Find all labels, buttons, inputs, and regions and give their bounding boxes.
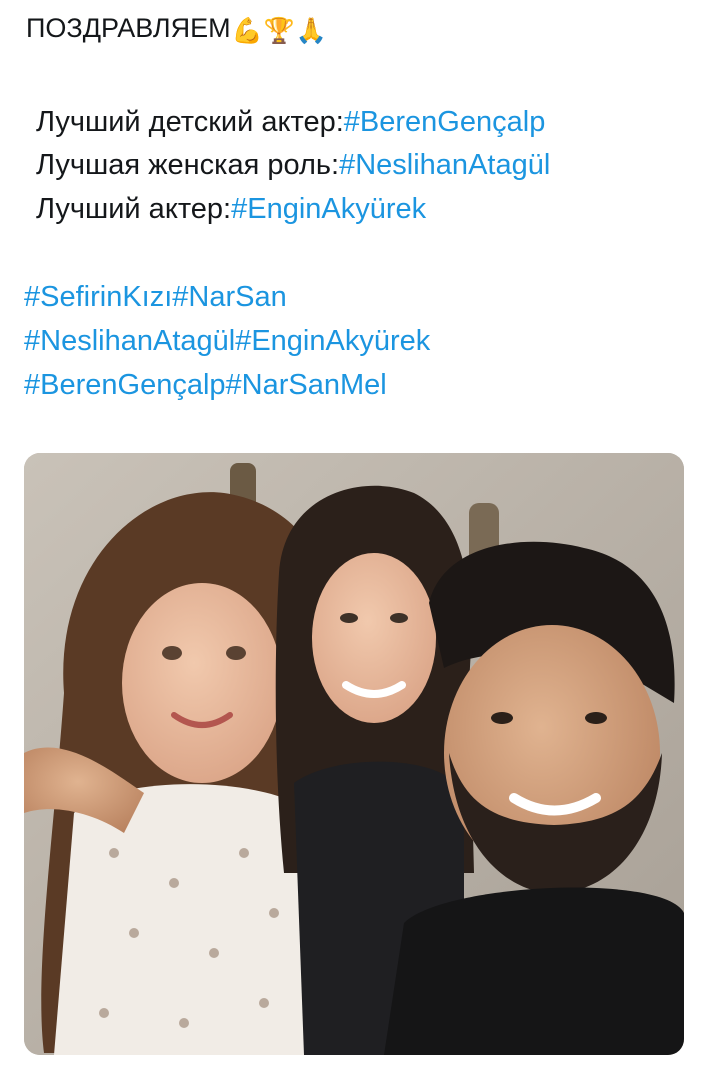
hashtag-link[interactable]: #NarSanMel bbox=[226, 369, 387, 401]
award-line-best-actress: Лучшая женская роль:#NeslihanAtagül bbox=[36, 147, 550, 183]
hashtag-link[interactable]: #EnginAkyürek bbox=[231, 193, 426, 225]
hashtag-link[interactable]: #SefirinKızı bbox=[24, 281, 172, 313]
hashtag-line: #SefirinKızı#NarSan bbox=[24, 279, 287, 315]
hashtag-line: #NeslihanAtagül#EnginAkyürek bbox=[24, 323, 430, 359]
award-label: Лучшая женская роль: bbox=[36, 149, 340, 181]
hashtag-link[interactable]: #BerenGençalp bbox=[24, 369, 226, 401]
award-line-best-actor: Лучший актер:#EnginAkyürek bbox=[36, 191, 426, 227]
hashtag-link[interactable]: #NarSan bbox=[172, 281, 286, 313]
folded-hands-icon: 🙏 bbox=[295, 17, 328, 45]
hashtag-link[interactable]: #NeslihanAtagül bbox=[339, 149, 550, 181]
award-label: Лучший актер: bbox=[36, 193, 232, 225]
heading-text: ПОЗДРАВЛЯЕМ bbox=[26, 13, 231, 43]
award-line-best-child-actor: Лучший детский актер:#BerenGençalp bbox=[36, 104, 545, 140]
hashtag-link[interactable]: #NeslihanAtagül bbox=[24, 325, 235, 357]
award-label: Лучший детский актер: bbox=[36, 106, 344, 138]
hashtag-link[interactable]: #EnginAkyürek bbox=[235, 325, 430, 357]
hashtag-link[interactable]: #BerenGençalp bbox=[344, 106, 546, 138]
hashtag-line: #BerenGençalp#NarSanMel bbox=[24, 367, 387, 403]
trophy-icon: 🏆 bbox=[263, 17, 295, 45]
tweet-photo[interactable] bbox=[24, 453, 684, 1055]
flexed-biceps-icon: 💪 bbox=[231, 17, 263, 45]
tweet-heading: ПОЗДРАВЛЯЕМ💪🏆🙏 bbox=[26, 10, 327, 49]
photo-illustration bbox=[24, 453, 684, 1055]
